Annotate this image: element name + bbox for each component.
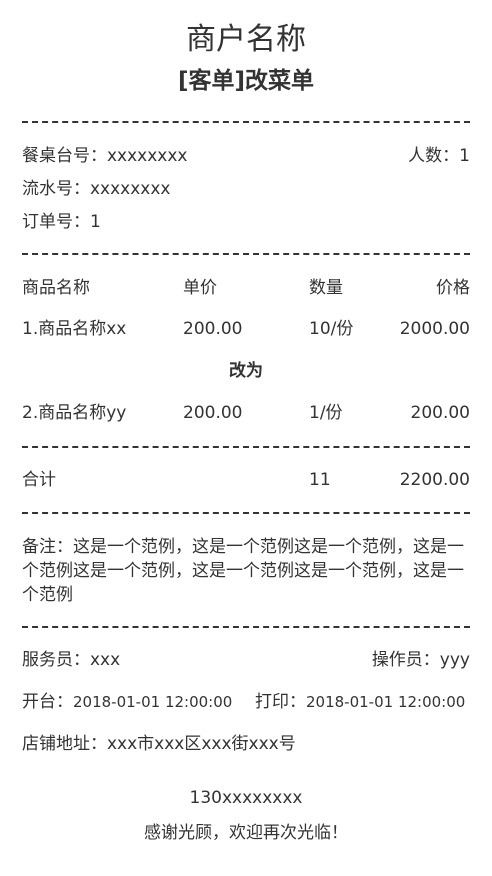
item-qty: 10/份	[309, 319, 354, 339]
column-header-name: 商品名称	[22, 278, 90, 298]
thanks-message: 感谢光顾，欢迎再次光临！	[144, 823, 348, 843]
print-time-label: 打印：	[255, 692, 306, 712]
divider	[22, 253, 470, 255]
item-qty: 1/份	[309, 403, 343, 423]
column-header-qty: 数量	[309, 278, 343, 298]
column-header-price: 单价	[183, 278, 217, 298]
order-number: 订单号：1	[22, 212, 101, 232]
divider	[22, 121, 470, 123]
shop-phone: 130xxxxxxxx	[189, 788, 303, 808]
item-name: 1.商品名称xx	[22, 319, 127, 339]
table-number: 餐桌台号：xxxxxxxx	[22, 146, 188, 166]
item-price: 200.00	[183, 319, 243, 339]
guest-count: 人数：1	[408, 146, 470, 166]
summary-qty: 11	[309, 470, 331, 490]
column-header-total: 价格	[436, 278, 470, 298]
item-price: 200.00	[183, 403, 243, 423]
serial-number: 流水号：xxxxxxxx	[22, 179, 171, 199]
changed-to-label: 改为	[229, 361, 263, 381]
divider	[22, 446, 470, 448]
open-time-row: 开台：2018-01-01 12:00:00	[22, 690, 232, 714]
open-time-label: 开台：	[22, 692, 73, 712]
operator: 操作员：yyy	[371, 650, 470, 670]
summary-label: 合计	[22, 470, 56, 490]
item-total: 200.00	[410, 403, 470, 423]
print-time-row: 打印：2018-01-01 12:00:00	[255, 690, 465, 714]
item-name: 2.商品名称yy	[22, 403, 127, 423]
summary-total: 2200.00	[399, 470, 470, 490]
waiter: 服务员：xxx	[22, 650, 121, 670]
ticket-type: [客单]改菜单	[177, 68, 315, 94]
receipt: 商户名称 [客单]改菜单 餐桌台号：xxxxxxxx 人数：1 流水号：xxxx…	[0, 0, 492, 876]
merchant-name: 商户名称	[186, 22, 306, 57]
item-total: 2000.00	[399, 319, 470, 339]
shop-address: 店铺地址：xxx市xxx区xxx街xxx号	[22, 734, 296, 754]
order-notes: 备注：这是一个范例，这是一个范例这是一个范例，这是一个范例这是一个范例，这是一个…	[22, 537, 464, 605]
open-time-value: 2018-01-01 12:00:00	[73, 693, 233, 711]
print-time-value: 2018-01-01 12:00:00	[306, 693, 466, 711]
divider	[22, 626, 470, 628]
divider	[22, 512, 470, 514]
